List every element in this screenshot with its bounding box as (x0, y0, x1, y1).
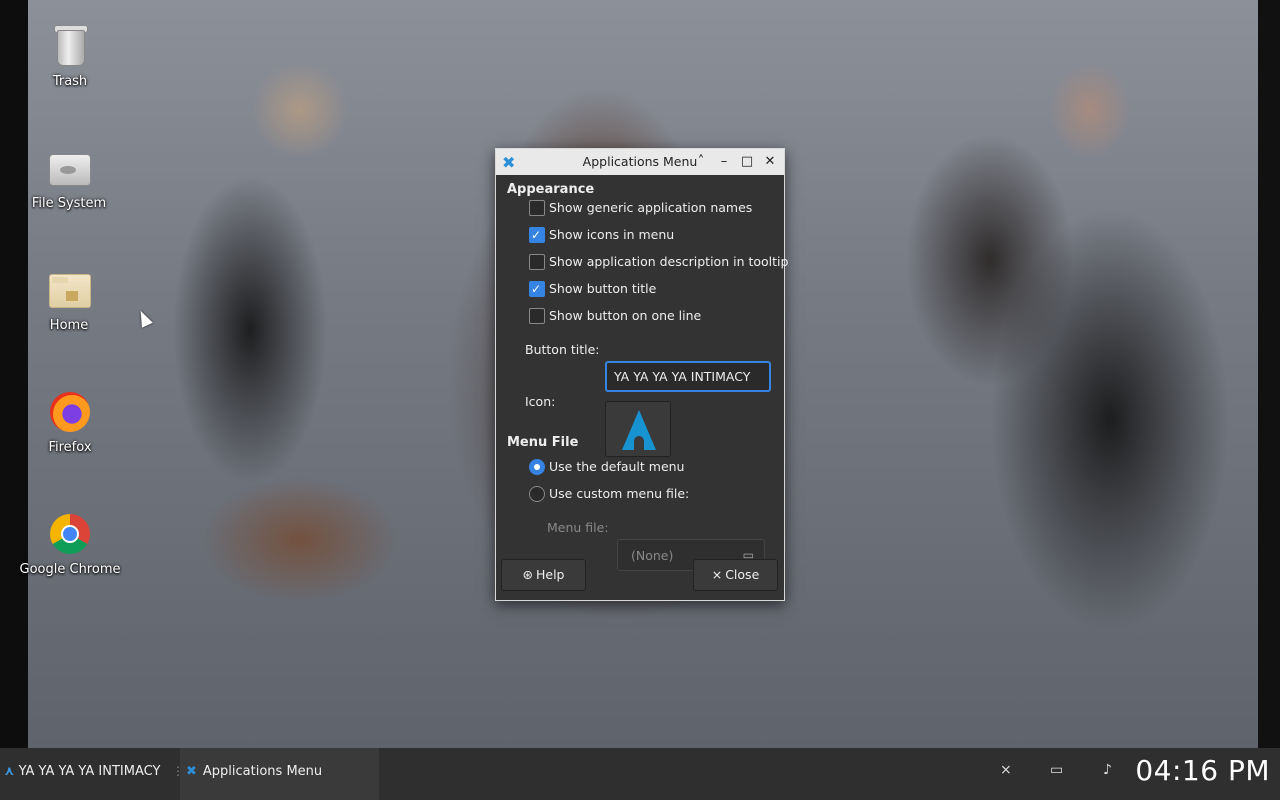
checkbox-checked[interactable] (529, 226, 545, 244)
task-applications-menu[interactable]: ✖ Applications Menu (180, 748, 379, 800)
menu-button-label: YA YA YA YA INTIMACY (18, 764, 161, 779)
desktop-icon-label: File System (31, 196, 107, 211)
chrome-icon (48, 512, 92, 556)
arch-linux-icon: ⋏ (4, 764, 15, 779)
icon-picker-button[interactable] (605, 401, 671, 457)
close-button[interactable]: × Close (693, 559, 778, 591)
desktop-icon-label: Home (49, 318, 89, 333)
menu-file-value: (None) (631, 548, 674, 563)
task-label: Applications Menu (202, 764, 323, 779)
drive-icon (47, 146, 91, 190)
help-icon: ⊛ (522, 567, 533, 582)
applications-menu-button[interactable]: ⋏ YA YA YA YA INTIMACY (4, 748, 160, 800)
dialog-content: Appearance Show generic application name… (496, 176, 788, 600)
minimize-button[interactable]: – (715, 153, 733, 171)
desktop-icon-trash[interactable]: Trash (15, 24, 125, 89)
desktop-icon-home[interactable]: Home (14, 268, 124, 333)
desktop-icon-label: Trash (52, 74, 88, 89)
appearance-heading: Appearance (507, 182, 595, 197)
arch-icon-notch (634, 436, 644, 450)
close-button-label: Close (725, 567, 760, 582)
option-label: Show generic application names (549, 200, 753, 215)
close-icon: ✕ (764, 154, 776, 169)
close-window-button[interactable]: ✕ (761, 153, 779, 171)
maximize-button[interactable]: □ (738, 153, 756, 171)
home-folder-icon (47, 268, 91, 312)
radio-selected[interactable] (529, 459, 545, 475)
battery-icon[interactable]: ▭ (1050, 762, 1063, 778)
button-title-input[interactable] (605, 361, 771, 392)
menu-file-label: Menu file: (547, 520, 609, 535)
option-label: Use the default menu (549, 459, 685, 474)
icon-label: Icon: (525, 394, 556, 409)
desktop-icon-firefox[interactable]: Firefox (15, 390, 125, 455)
option-label: Show icons in menu (549, 227, 675, 242)
checkbox[interactable] (529, 254, 545, 270)
xfce-app-icon: ✖ (186, 764, 197, 779)
minimize-icon: – (720, 154, 728, 169)
desktop-icon-label: Google Chrome (19, 562, 121, 577)
firefox-icon (48, 390, 92, 434)
option-label: Use custom menu file: (549, 486, 690, 501)
shade-button[interactable]: ˄ (692, 153, 710, 171)
dialog-titlebar[interactable]: ✖ Applications Menu ˄ – □ ✕ (496, 149, 784, 175)
desktop-icon-label: Firefox (48, 440, 92, 455)
clock[interactable]: 04:16 PM (1135, 754, 1270, 787)
applications-menu-dialog: ✖ Applications Menu ˄ – □ ✕ Appearance S… (495, 148, 788, 601)
close-icon: × (711, 567, 723, 582)
option-label: Show application description in tooltip (549, 254, 789, 269)
button-title-label: Button title: (525, 342, 600, 357)
network-off-icon[interactable]: ⨯ (1000, 762, 1012, 778)
option-label: Show button title (549, 281, 657, 296)
desktop-icon-chrome[interactable]: Google Chrome (15, 512, 125, 577)
chevron-up-icon: ˄ (697, 154, 705, 169)
help-button-label: Help (535, 567, 565, 582)
maximize-icon: □ (740, 154, 754, 169)
notification-bell-icon[interactable]: ♪ (1103, 762, 1112, 778)
wallpaper-right-border (1258, 0, 1280, 748)
menu-file-heading: Menu File (507, 435, 579, 450)
desktop-icon-file-system[interactable]: File System (14, 146, 124, 211)
help-button[interactable]: ⊛ Help (501, 559, 586, 591)
checkbox[interactable] (529, 200, 545, 216)
wallpaper-left-border (0, 0, 28, 748)
checkbox[interactable] (529, 308, 545, 324)
radio[interactable] (529, 486, 545, 502)
checkbox-checked[interactable] (529, 280, 545, 298)
option-label: Show button on one line (549, 308, 702, 323)
taskbar: ⋏ YA YA YA YA INTIMACY ⋮ ✖ Applications Me… (0, 748, 1280, 800)
trash-icon (48, 24, 92, 68)
